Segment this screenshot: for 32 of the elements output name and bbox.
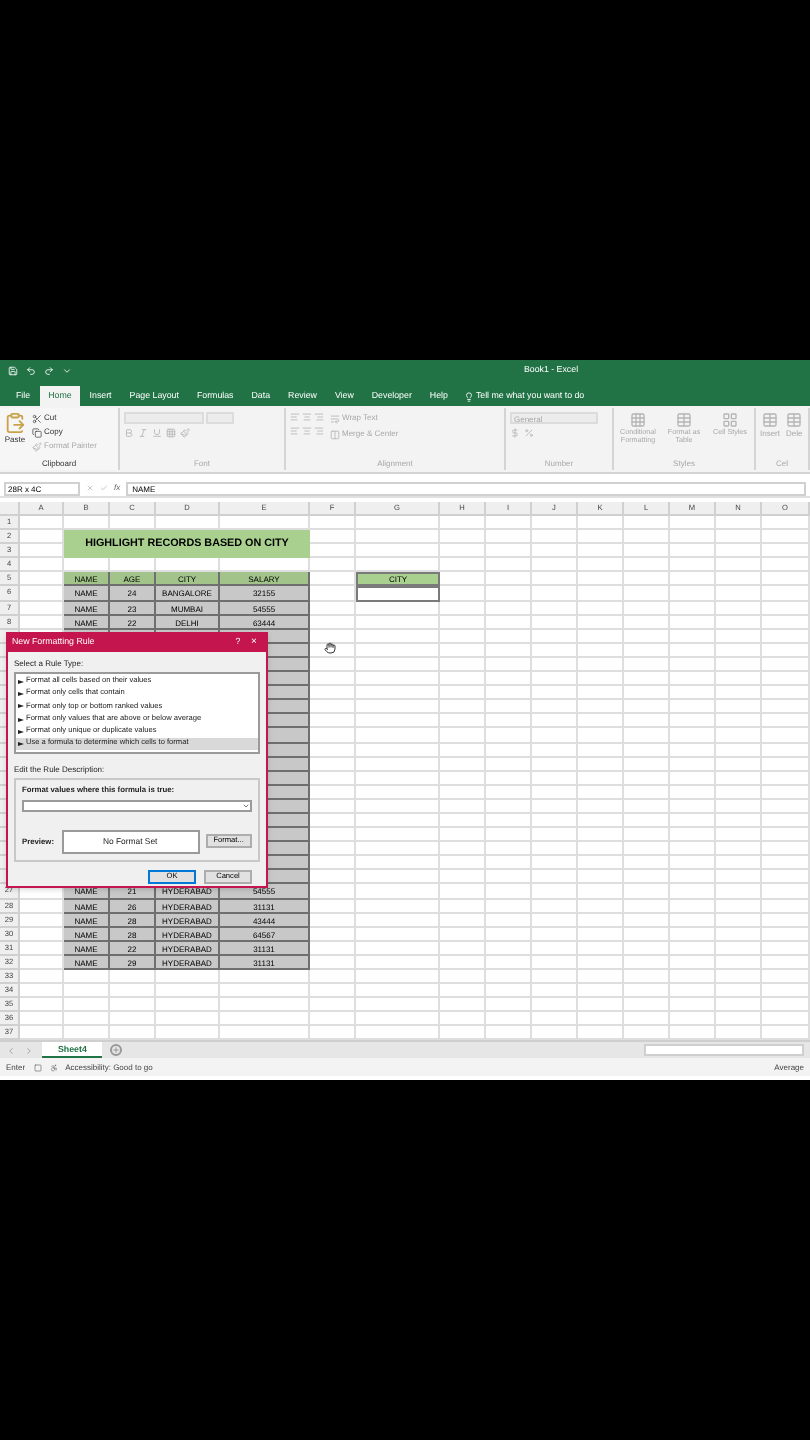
lightbulb-icon: [463, 391, 474, 401]
scroll-left-icon[interactable]: [6, 1046, 16, 1057]
arrow-icon: [18, 741, 24, 746]
table-icon: [786, 412, 803, 428]
merge-icon: [330, 429, 340, 439]
hand-cursor-icon: [324, 642, 336, 654]
macro-record-icon[interactable]: [33, 1063, 42, 1072]
style-icon: [630, 412, 646, 428]
undo-icon[interactable]: [26, 365, 36, 375]
enter-icon[interactable]: [100, 484, 108, 492]
paste-icon: [4, 412, 26, 434]
save-icon[interactable]: [8, 365, 18, 375]
arrow-icon: [18, 717, 24, 722]
style-icon: [722, 412, 738, 428]
add-sheet-icon[interactable]: [110, 1044, 123, 1057]
style-icon: [676, 412, 692, 428]
arrow-icon: [18, 704, 24, 709]
scroll-right-icon[interactable]: [24, 1046, 34, 1057]
accessibility-icon[interactable]: [49, 1063, 58, 1072]
customize-icon[interactable]: [62, 365, 72, 375]
arrow-icon: [18, 680, 24, 685]
horizontal-scrollbar[interactable]: [644, 1044, 804, 1057]
arrow-icon: [18, 692, 24, 697]
scissors-icon: [32, 413, 42, 423]
criteria-input-cell[interactable]: [356, 586, 440, 602]
formula-field[interactable]: [22, 799, 252, 812]
paintbrush-icon: [32, 441, 42, 451]
redo-icon[interactable]: [44, 365, 54, 375]
select-all-corner[interactable]: [0, 502, 20, 516]
table-icon: [762, 412, 778, 428]
wrap-text-icon: [330, 413, 340, 423]
copy-icon: [32, 427, 42, 437]
